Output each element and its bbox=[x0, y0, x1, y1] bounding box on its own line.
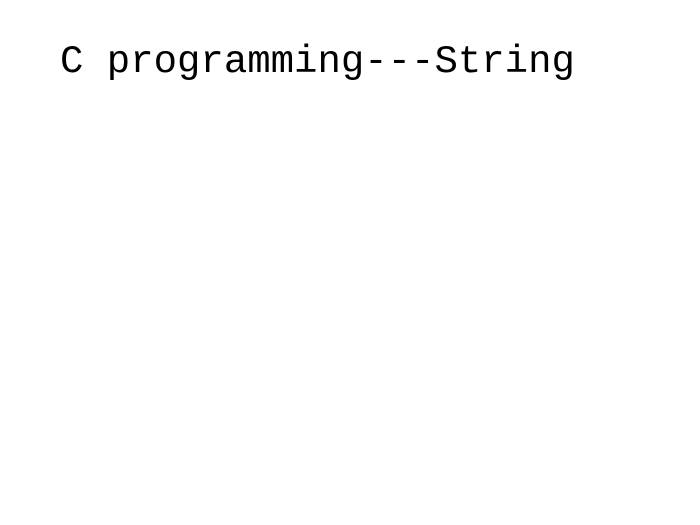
slide-container: C programming---String bbox=[0, 0, 700, 525]
slide-title: C programming---String bbox=[60, 40, 640, 84]
